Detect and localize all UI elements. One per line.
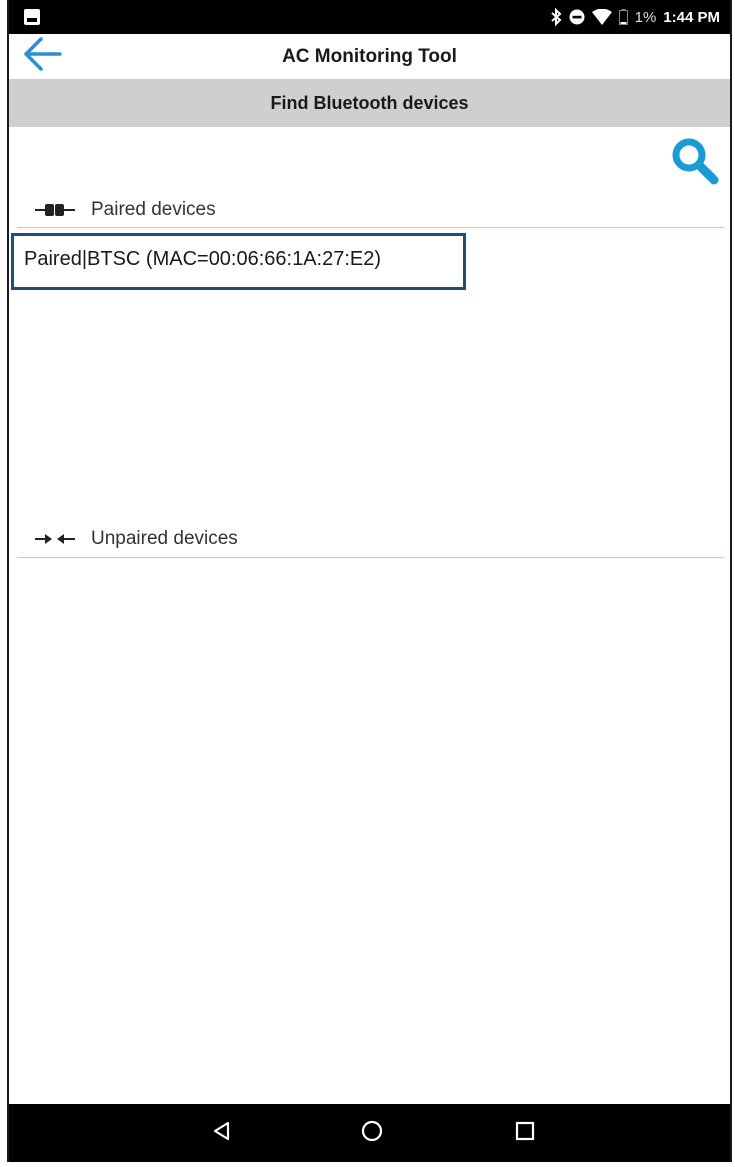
arrow-left-icon [22, 36, 62, 76]
paired-devices-header: Paired devices [9, 193, 730, 229]
wifi-icon [591, 9, 612, 25]
paired-device-label: Paired|BTSC (MAC=00:06:66:1A:27:E2) [24, 248, 382, 270]
unpaired-devices-header: Unpaired devices [9, 522, 730, 558]
do-not-disturb-icon [569, 9, 585, 25]
paired-divider [17, 227, 724, 228]
plug-disconnected-icon [35, 532, 75, 551]
app-bar: AC Monitoring Tool [9, 34, 730, 79]
plug-connected-icon [35, 203, 75, 222]
battery-icon [618, 9, 628, 25]
navigation-bar [9, 1104, 730, 1162]
sub-header: Find Bluetooth devices [9, 79, 730, 127]
unpaired-devices-label: Unpaired devices [91, 528, 238, 549]
nav-back-button[interactable] [202, 1113, 242, 1153]
unpaired-divider [17, 557, 724, 558]
recents-square-icon [514, 1120, 536, 1147]
paired-devices-label: Paired devices [91, 199, 216, 220]
app-title: AC Monitoring Tool [282, 46, 457, 67]
home-circle-icon [360, 1119, 384, 1148]
device-screen: 1% 1:44 PM AC Monitoring Tool Find Bluet… [7, 0, 732, 1162]
bluetooth-icon [550, 8, 562, 26]
nav-home-button[interactable] [352, 1113, 392, 1153]
search-icon [669, 135, 721, 192]
search-button[interactable] [668, 136, 722, 190]
image-notification-icon [24, 9, 40, 25]
paired-device-row[interactable]: Paired|BTSC (MAC=00:06:66:1A:27:E2) [11, 233, 466, 290]
status-time: 1:44 PM [663, 8, 720, 26]
back-button[interactable] [21, 36, 63, 76]
status-bar: 1% 1:44 PM [9, 0, 730, 34]
nav-recents-button[interactable] [505, 1113, 545, 1153]
status-indicators: 1% 1:44 PM [550, 0, 720, 34]
battery-percentage: 1% [634, 8, 657, 26]
back-triangle-icon [211, 1120, 233, 1147]
